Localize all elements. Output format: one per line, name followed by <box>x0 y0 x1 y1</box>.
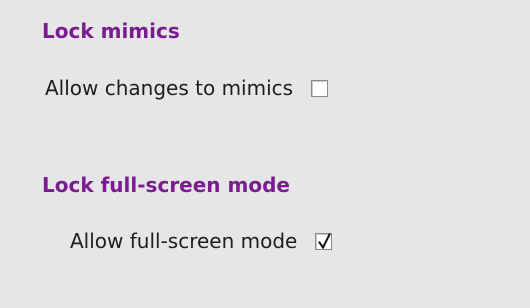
checkmark-icon <box>318 232 332 249</box>
allow-mimic-changes-row: Allow changes to mimics <box>45 76 329 100</box>
lock-mimics-heading: Lock mimics <box>42 19 180 43</box>
allow-mimic-changes-label: Allow changes to mimics <box>45 76 294 100</box>
allow-mimic-changes-checkbox[interactable] <box>311 79 329 97</box>
allow-full-screen-checkbox[interactable] <box>315 232 333 250</box>
allow-full-screen-row: Allow full-screen mode <box>70 229 333 253</box>
settings-panel: Lock mimics Allow changes to mimics Lock… <box>0 0 530 308</box>
lock-full-screen-heading: Lock full-screen mode <box>42 173 290 197</box>
allow-full-screen-label: Allow full-screen mode <box>70 229 298 253</box>
